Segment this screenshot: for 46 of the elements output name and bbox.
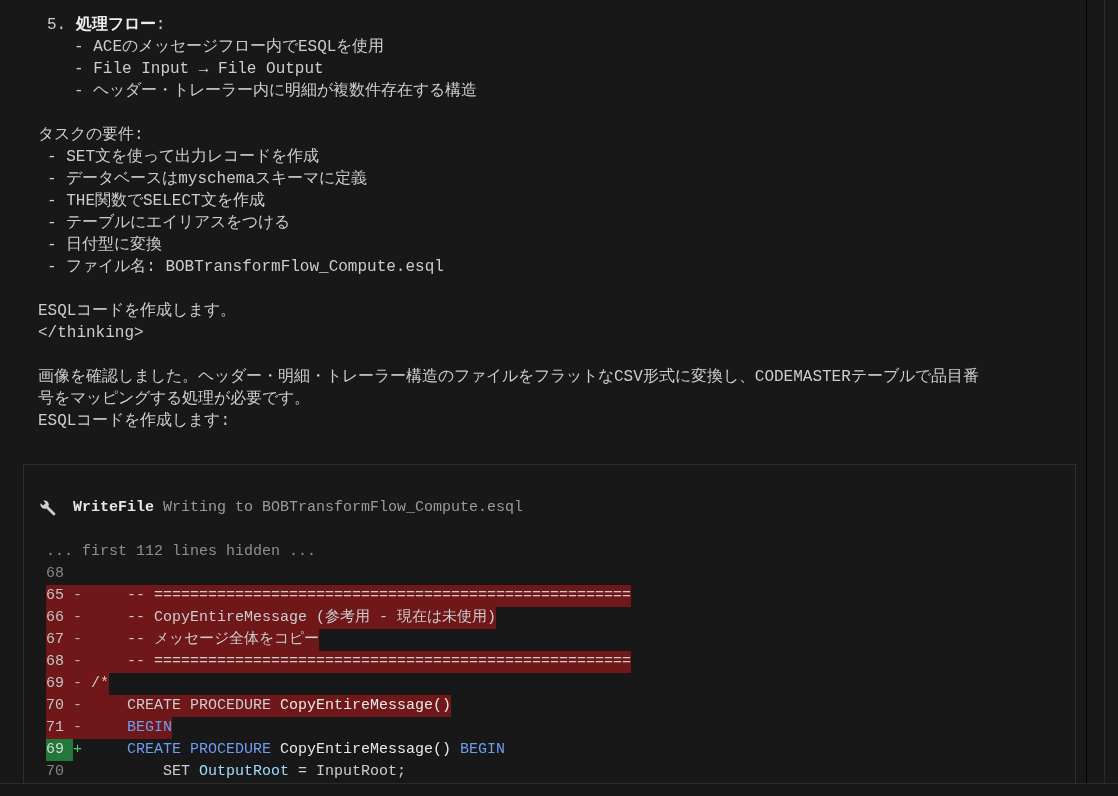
line-number: 69 xyxy=(46,674,64,694)
diff-marker: - xyxy=(73,696,82,716)
code-line: -- メッセージ全体をコピー xyxy=(126,630,319,650)
tool-description: Writing to BOBTransformFlow_Compute.esql xyxy=(163,498,524,518)
line-number: 69 xyxy=(46,739,73,761)
list-item: - THE関数でSELECT文を作成 xyxy=(47,190,265,212)
line-number: 70 xyxy=(46,762,64,782)
code-line: SET OutputRoot = InputRoot; xyxy=(162,762,407,782)
code-line: CREATE PROCEDURE CopyEntireMessage() xyxy=(126,696,452,716)
line-number: 70 xyxy=(46,696,64,716)
line-number: 67 xyxy=(46,630,64,650)
line-number: 71 xyxy=(46,718,64,738)
list-item: - SET文を使って出力レコードを作成 xyxy=(47,146,319,168)
line-number: 65 xyxy=(46,586,64,606)
diff-marker: - xyxy=(73,608,82,628)
list-heading: 5. 処理フロー: xyxy=(47,15,166,36)
list-item: - 日付型に変換 xyxy=(47,234,163,256)
diff-marker: - xyxy=(73,652,82,672)
tool-name: WriteFile xyxy=(73,498,154,518)
code-line: -- ===================================================== xyxy=(126,586,632,606)
wrench-icon xyxy=(40,500,56,516)
list-item: - File Input → File Output xyxy=(74,59,324,80)
line-number: 66 xyxy=(46,608,64,628)
message-text: 画像を確認しました。ヘッダー・明細・トレーラー構造のファイルをフラットなCSV形式に変換し、CODEMASTERテーブルで品目番号をマッピングする処理が必要です。 xyxy=(38,366,980,410)
diff-marker: - xyxy=(73,630,82,650)
diff-marker: - xyxy=(73,674,82,694)
list-item: - データベースはmyschemaスキーマに定義 xyxy=(47,169,367,190)
code-line: BEGIN xyxy=(126,718,172,738)
code-line: /* xyxy=(91,674,109,694)
diff-marker: - xyxy=(73,718,82,738)
message-text: ESQLコードを作成します。 xyxy=(38,301,237,322)
diff-marker: - xyxy=(73,586,82,606)
list-item: - ファイル名: BOBTransformFlow_Compute.esql xyxy=(47,257,444,278)
line-number: 68 xyxy=(46,652,64,672)
message-text: </thinking> xyxy=(38,323,144,344)
list-item: - テーブルにエイリアスをつける xyxy=(47,212,291,234)
code-line: CREATE PROCEDURE CopyEntireMessage() BEGIN xyxy=(126,740,506,760)
list-heading: タスクの要件: xyxy=(38,125,144,146)
code-line: -- ===================================================== xyxy=(126,652,632,672)
diff-marker: + xyxy=(73,740,82,760)
message-text: ESQLコードを作成します: xyxy=(38,411,230,432)
list-item: - ACEのメッセージフロー内でESQLを使用 xyxy=(74,37,385,58)
hidden-lines-note: ... first 112 lines hidden ... xyxy=(46,542,317,562)
list-item: - ヘッダー・トレーラー内に明細が複数件存在する構造 xyxy=(74,81,478,102)
line-number: 68 xyxy=(46,564,64,584)
code-line: -- CopyEntireMessage (参考用 - 現在は未使用) xyxy=(126,607,497,628)
